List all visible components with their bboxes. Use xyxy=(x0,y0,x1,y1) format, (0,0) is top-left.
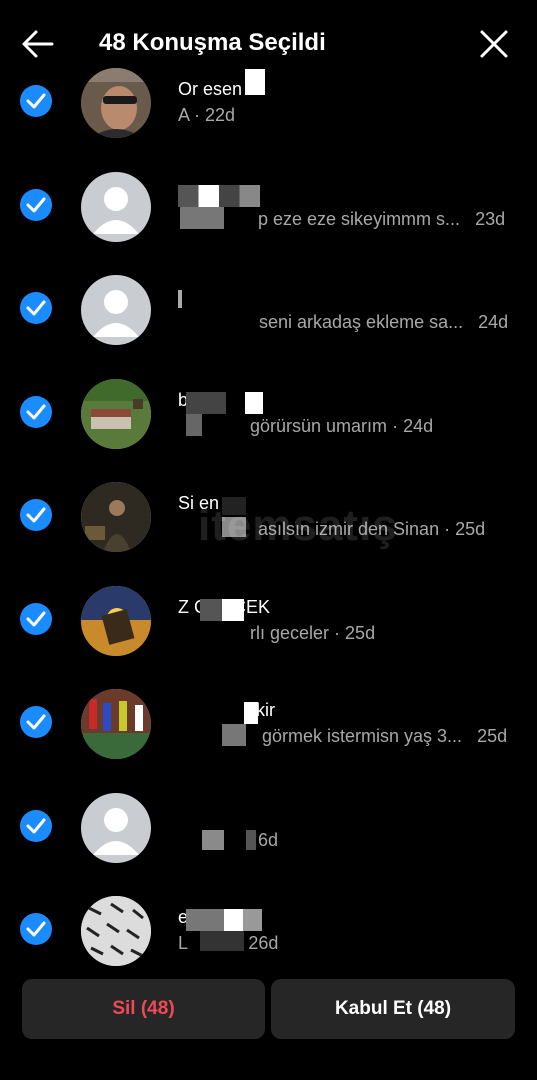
timestamp: · 22d xyxy=(194,105,236,125)
preview-text: A xyxy=(178,105,195,125)
conversation-name: kir xyxy=(256,700,275,720)
timestamp: · 24d xyxy=(392,415,434,436)
selected-check-icon[interactable] xyxy=(20,809,52,842)
preview-text: L xyxy=(178,933,188,953)
preview-text: rlı geceler xyxy=(250,622,330,643)
accept-button[interactable]: Kabul Et (48) xyxy=(271,979,515,1039)
action-bar: Sil (48) Kabul Et (48) xyxy=(0,968,537,1080)
redaction-block xyxy=(186,909,262,931)
preview-text: seni arkadaş ekleme sa... xyxy=(259,312,464,332)
redaction-block xyxy=(245,69,265,95)
conversation-row[interactable]: 6d xyxy=(0,788,537,892)
timestamp: 6d xyxy=(258,829,279,850)
default-avatar-icon xyxy=(81,171,151,242)
redaction-block xyxy=(200,931,244,951)
redaction-block xyxy=(244,702,258,724)
redaction-block xyxy=(178,290,182,308)
conversation-preview: p eze eze sikeyimmm s... 23d xyxy=(258,209,505,230)
page-title: 48 Konuşma Seçildi xyxy=(99,29,326,56)
redaction-block xyxy=(200,598,222,621)
conversation-row[interactable]: Or esen A · 22d xyxy=(0,68,537,167)
timestamp: · 25d xyxy=(334,622,376,643)
conversation-preview: 6d xyxy=(258,830,278,851)
avatar xyxy=(81,482,151,552)
watermark-text: itemsatış xyxy=(198,501,398,550)
conversation-name: Or esen xyxy=(178,79,243,99)
timestamp: 26d xyxy=(248,933,279,953)
redaction-block xyxy=(222,724,246,746)
timestamp: 25d xyxy=(477,726,508,746)
selected-check-icon[interactable] xyxy=(20,706,52,738)
avatar xyxy=(81,378,151,449)
selected-check-icon[interactable] xyxy=(20,913,52,945)
avatar xyxy=(81,896,151,966)
avatar xyxy=(81,585,151,656)
redaction-block xyxy=(180,206,224,229)
conversation-row[interactable]: b görürsün umarım · 24d xyxy=(0,374,537,478)
back-arrow-icon[interactable] xyxy=(18,26,58,62)
selected-check-icon[interactable] xyxy=(20,85,52,117)
conversation-row[interactable]: seni arkadaş ekleme sa... 24d xyxy=(0,270,537,374)
selected-check-icon[interactable] xyxy=(20,292,52,324)
conversation-row[interactable]: p eze eze sikeyimmm s... 23d xyxy=(0,167,537,271)
redaction-block xyxy=(202,829,224,850)
conversation-row[interactable]: Z GERÇEK rlı geceler · 25d xyxy=(0,581,537,685)
close-icon[interactable] xyxy=(476,26,512,62)
timestamp: · 25d xyxy=(444,519,486,539)
selected-check-icon[interactable] xyxy=(20,188,52,221)
conversation-list[interactable]: Or esen A · 22d p eze eze sikeyimmm s...… xyxy=(0,68,537,968)
avatar xyxy=(81,689,151,759)
preview-text: görmek istermisn yaş 3... xyxy=(262,726,463,746)
redaction-block xyxy=(222,598,244,621)
redaction-block xyxy=(186,391,226,414)
timestamp: 23d xyxy=(475,208,506,229)
conversation-row[interactable]: Si en asılsın izmir den Sinan · 25d item… xyxy=(0,477,537,581)
conversation-preview: seni arkadaş ekleme sa... 24d xyxy=(259,312,508,333)
preview-text: p eze eze sikeyimmm s... xyxy=(258,208,461,229)
default-avatar-icon xyxy=(81,792,151,863)
conversation-row[interactable]: e im L 26d xyxy=(0,891,537,968)
redaction-block xyxy=(186,413,202,436)
conversation-preview: görmek istermisn yaş 3... 25d xyxy=(262,726,507,747)
default-avatar-icon xyxy=(81,275,151,345)
selected-check-icon[interactable] xyxy=(20,499,52,531)
conversation-preview: rlı geceler · 25d xyxy=(250,623,375,644)
redaction-block xyxy=(245,391,263,414)
delete-button[interactable]: Sil (48) xyxy=(22,979,265,1039)
conversation-row[interactable]: kir görmek istermisn yaş 3... 25d xyxy=(0,684,537,788)
redaction-block xyxy=(246,829,256,850)
selected-check-icon[interactable] xyxy=(20,395,52,428)
conversation-preview: A · 22d xyxy=(178,105,235,126)
conversation-preview: görürsün umarım · 24d xyxy=(250,416,433,437)
preview-text: görürsün umarım xyxy=(250,415,388,436)
avatar xyxy=(81,68,151,138)
timestamp: 24d xyxy=(478,312,509,332)
redaction-block xyxy=(178,184,260,207)
selected-check-icon[interactable] xyxy=(20,602,52,635)
